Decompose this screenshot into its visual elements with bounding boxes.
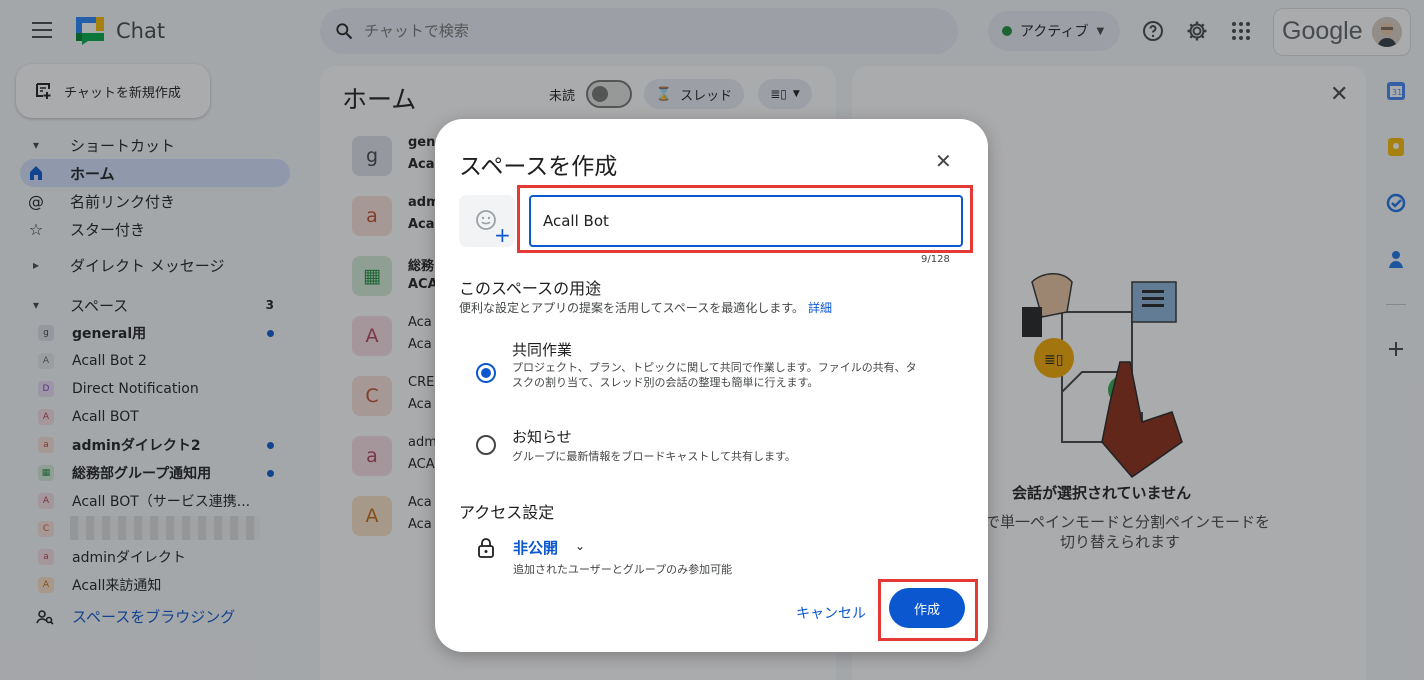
- chevron-down-icon[interactable]: ⌄: [575, 539, 585, 553]
- option-collab-desc: プロジェクト、プラン、トピックに関して共同で作業します。ファイルの共有、タスクの…: [512, 361, 917, 389]
- purpose-sub-text: 便利な設定とアプリの提案を活用してスペースを最適化します。: [459, 301, 805, 315]
- access-heading: アクセス設定: [459, 503, 555, 522]
- space-name-input[interactable]: [529, 195, 963, 247]
- access-description: 追加されたユーザーとグループのみ参加可能: [513, 563, 733, 576]
- lock-icon: [478, 538, 494, 558]
- option-announce-desc: グループに最新情報をブロードキャストして共有します。: [512, 450, 796, 463]
- radio-announcement[interactable]: [476, 435, 496, 455]
- space-emoji-button[interactable]: +: [459, 195, 515, 247]
- radio-collaboration[interactable]: [476, 363, 496, 383]
- dialog-title: スペースを作成: [459, 154, 618, 180]
- access-level-select[interactable]: 非公開: [513, 537, 558, 558]
- add-emoji-plus-icon: +: [494, 223, 511, 247]
- close-icon[interactable]: ✕: [935, 149, 952, 173]
- option-collab-title: 共同作業: [512, 341, 573, 359]
- option-announce-title: お知らせ: [512, 428, 572, 446]
- purpose-description: 便利な設定とアプリの提案を活用してスペースを最適化します。 詳細: [459, 299, 832, 316]
- create-button[interactable]: 作成: [889, 588, 965, 628]
- details-link[interactable]: 詳細: [808, 301, 832, 315]
- purpose-heading: このスペースの用途: [459, 279, 602, 298]
- create-space-dialog: スペースを作成 ✕ + 9/128 このスペースの用途 便利な設定とアプリの提案…: [435, 119, 988, 652]
- cancel-button[interactable]: キャンセル: [785, 595, 877, 631]
- char-counter: 9/128: [921, 254, 950, 265]
